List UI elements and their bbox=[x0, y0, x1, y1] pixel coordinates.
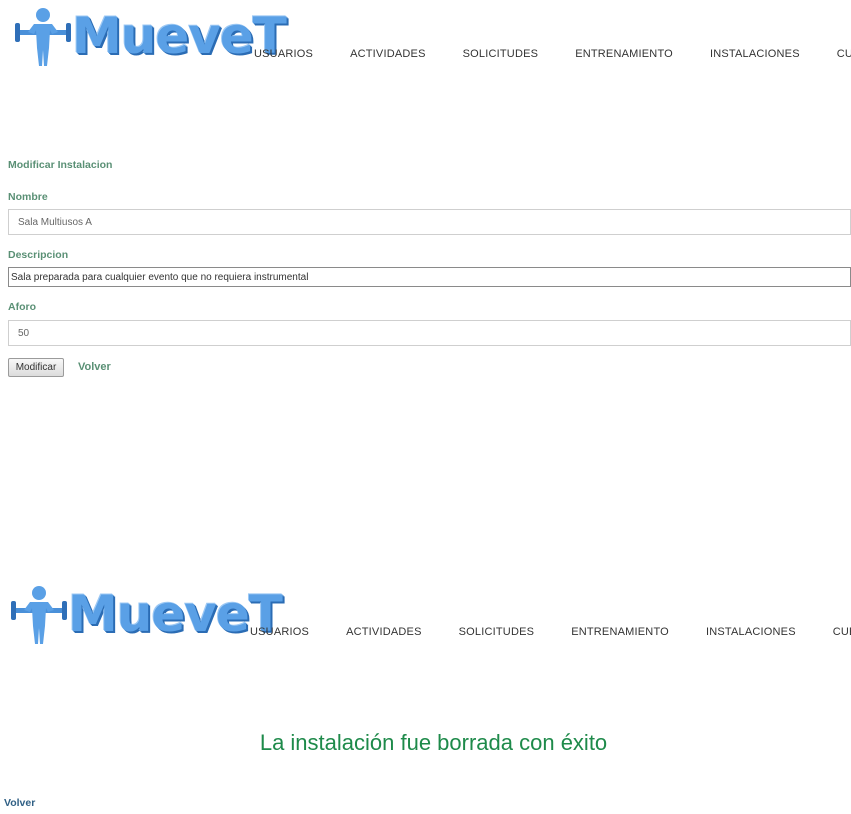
weightlifter-icon bbox=[11, 586, 67, 644]
brand-logo-2[interactable]: MueveT bbox=[10, 582, 283, 646]
nav-item-solicitudes[interactable]: SOLICITUDES bbox=[463, 48, 539, 60]
main-nav-2: USUARIOS ACTIVIDADES SOLICITUDES ENTRENA… bbox=[250, 626, 851, 638]
nav-item-usuarios[interactable]: USUARIOS bbox=[250, 626, 309, 638]
nav-item-entrenamiento[interactable]: ENTRENAMIENTO bbox=[575, 48, 673, 60]
nav-item-usuarios[interactable]: USUARIOS bbox=[254, 48, 313, 60]
nombre-input[interactable] bbox=[8, 209, 851, 235]
success-message: La instalación fue borrada con éxito bbox=[259, 730, 608, 755]
weightlifter-icon bbox=[15, 8, 71, 66]
nav-item-instalaciones[interactable]: INSTALACIONES bbox=[710, 48, 800, 60]
brand-logo[interactable]: MueveT bbox=[14, 4, 287, 68]
modificar-button[interactable]: Modificar bbox=[8, 358, 64, 377]
main-nav: USUARIOS ACTIVIDADES SOLICITUDES ENTRENA… bbox=[254, 48, 851, 60]
form-title: Modificar Instalacion bbox=[8, 159, 113, 171]
descripcion-label: Descripcion bbox=[8, 249, 69, 261]
nav-item-instalaciones[interactable]: INSTALACIONES bbox=[706, 626, 796, 638]
volver-link-2[interactable]: Volver bbox=[4, 797, 35, 809]
nav-item-solicitudes[interactable]: SOLICITUDES bbox=[459, 626, 535, 638]
aforo-label: Aforo bbox=[8, 301, 36, 313]
nav-item-actividades[interactable]: ACTIVIDADES bbox=[350, 48, 426, 60]
nav-item-actividades[interactable]: ACTIVIDADES bbox=[346, 626, 422, 638]
nav-item-entrenamiento[interactable]: ENTRENAMIENTO bbox=[571, 626, 669, 638]
aforo-input[interactable] bbox=[8, 320, 851, 346]
volver-link[interactable]: Volver bbox=[78, 361, 111, 373]
nav-item-cuenta[interactable]: CUENTA bbox=[837, 48, 851, 60]
nav-item-cuenta[interactable]: CUENTA bbox=[833, 626, 851, 638]
nombre-label: Nombre bbox=[8, 191, 48, 203]
descripcion-input[interactable] bbox=[8, 267, 851, 287]
